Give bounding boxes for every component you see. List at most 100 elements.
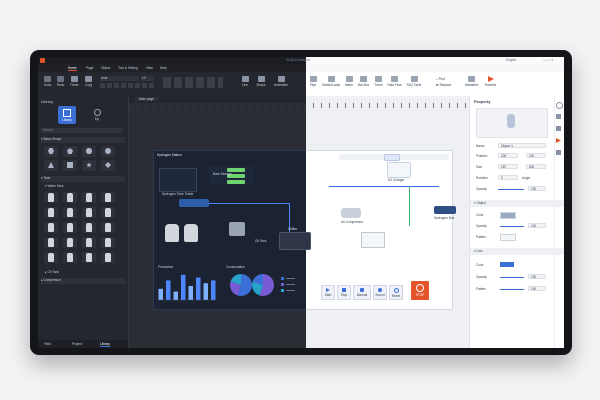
rotation-field[interactable]: 0 bbox=[498, 175, 518, 180]
menu-help[interactable]: Help bbox=[160, 66, 167, 70]
undo-button[interactable]: Undo bbox=[42, 76, 53, 87]
line-opacity-field[interactable]: 100 bbox=[528, 274, 546, 279]
library-card[interactable]: Library bbox=[58, 106, 76, 124]
menu-view[interactable]: View bbox=[146, 66, 153, 70]
tank-item[interactable] bbox=[44, 252, 58, 263]
shape-octagon[interactable] bbox=[82, 146, 96, 157]
tank-item[interactable] bbox=[82, 252, 96, 263]
start-button[interactable]: Start bbox=[321, 285, 335, 300]
my-library-card[interactable]: My bbox=[88, 106, 106, 124]
tank-item[interactable] bbox=[63, 192, 77, 203]
shape-button[interactable]: Shape bbox=[254, 76, 268, 87]
group-compressor[interactable]: ▸ Compressor bbox=[41, 278, 125, 284]
replace-button[interactable]: ⇄ Replace bbox=[436, 83, 451, 87]
line-section-header[interactable] bbox=[470, 248, 564, 255]
tank-item[interactable] bbox=[82, 207, 96, 218]
tab-field[interactable]: Field bbox=[44, 342, 51, 346]
data-flow-button[interactable]: Data Flow bbox=[386, 76, 403, 87]
tank-item[interactable] bbox=[101, 192, 115, 203]
stop-control-button[interactable]: Stop bbox=[337, 285, 351, 300]
validation-button[interactable]: Validation bbox=[463, 76, 480, 87]
tank-item[interactable] bbox=[44, 222, 58, 233]
layers-icon[interactable] bbox=[556, 114, 561, 119]
language-select[interactable]: English bbox=[506, 58, 516, 62]
paste-button[interactable]: Paste bbox=[69, 76, 80, 87]
emergency-stop-button[interactable]: STOP bbox=[411, 281, 429, 300]
library-search-input[interactable]: Search bbox=[41, 128, 123, 133]
width-field[interactable]: 187 bbox=[498, 164, 518, 169]
sound-button[interactable]: Sound bbox=[373, 285, 387, 300]
menu-tool-setting[interactable]: Tool & Setting bbox=[118, 66, 138, 70]
tank-item[interactable] bbox=[101, 252, 115, 263]
format-buttons[interactable] bbox=[100, 83, 155, 88]
shape-hexagon[interactable] bbox=[44, 146, 58, 157]
settings-icon[interactable] bbox=[556, 102, 563, 109]
shape-diamond[interactable] bbox=[101, 160, 115, 171]
menu-page[interactable]: Page bbox=[86, 66, 93, 70]
position-x-field[interactable]: 200 bbox=[498, 153, 518, 158]
tank-item[interactable] bbox=[44, 192, 58, 203]
position-y-field[interactable]: 120 bbox=[526, 153, 546, 158]
line-pattern-field[interactable]: 100 bbox=[528, 286, 546, 291]
tank-item[interactable] bbox=[101, 222, 115, 233]
font-family-select[interactable]: Arial bbox=[100, 76, 139, 81]
line-color-swatch[interactable] bbox=[500, 262, 514, 267]
design-canvas[interactable]: Main page Hydrogen Station Hydrogen Tube… bbox=[129, 96, 469, 348]
tab-main-page[interactable]: Main page bbox=[135, 97, 158, 101]
menu-home[interactable]: Home bbox=[68, 66, 77, 71]
group-tank[interactable]: ▾ Tank bbox=[41, 176, 125, 182]
group-basic-shape[interactable]: ▾ Basic Shape bbox=[41, 137, 125, 143]
font-size-select[interactable]: 10 bbox=[141, 76, 154, 81]
switch-lamp-button[interactable]: Switch/Lamp bbox=[320, 76, 342, 87]
tank-item[interactable] bbox=[101, 237, 115, 248]
tank-item[interactable] bbox=[63, 222, 77, 233]
manual-button[interactable]: Manual bbox=[353, 285, 371, 300]
faq-table-button[interactable]: FAQ Table bbox=[405, 76, 423, 87]
tank-item[interactable] bbox=[82, 192, 96, 203]
shape-star[interactable] bbox=[82, 160, 96, 171]
tank-item[interactable] bbox=[82, 237, 96, 248]
pattern-swatch[interactable] bbox=[500, 234, 516, 241]
group-oil-tank[interactable]: ▸ Oil Tank bbox=[45, 270, 59, 274]
tank-item[interactable] bbox=[63, 252, 77, 263]
line-opacity-slider[interactable] bbox=[500, 277, 524, 278]
shape-pentagon[interactable] bbox=[63, 146, 77, 157]
runtime-button[interactable]: Runtime bbox=[482, 76, 499, 87]
shape-triangle[interactable] bbox=[44, 160, 58, 171]
tank-item[interactable] bbox=[44, 237, 58, 248]
copy-button[interactable]: Copy bbox=[83, 76, 94, 87]
tank-item[interactable] bbox=[44, 207, 58, 218]
group-water-tank[interactable]: ▾ Water Tank bbox=[45, 184, 63, 188]
tank-item[interactable] bbox=[82, 222, 96, 233]
script-icon[interactable] bbox=[556, 150, 561, 155]
line-pattern-slider[interactable] bbox=[500, 289, 524, 290]
find-button[interactable]: ⌕ Find bbox=[436, 77, 445, 81]
window-controls[interactable]: — ▢ ✕ bbox=[543, 58, 554, 62]
tank-item[interactable] bbox=[63, 237, 77, 248]
color-swatch[interactable] bbox=[500, 212, 516, 219]
tab-project[interactable]: Project bbox=[72, 342, 82, 346]
menu-object[interactable]: Object bbox=[101, 66, 110, 70]
tank-item[interactable] bbox=[63, 207, 77, 218]
style-buttons[interactable] bbox=[163, 77, 223, 88]
height-field[interactable]: 600 bbox=[526, 164, 546, 169]
pipe-button[interactable]: Pipe bbox=[308, 76, 318, 87]
obj-opacity-slider[interactable] bbox=[500, 226, 524, 227]
data-icon[interactable] bbox=[556, 126, 561, 131]
bar-box-button[interactable]: Bar Box bbox=[356, 76, 371, 87]
opacity-field[interactable]: 100 bbox=[528, 186, 546, 191]
alarm-button[interactable]: Alarm bbox=[343, 76, 355, 87]
tab-library[interactable]: Library bbox=[100, 342, 110, 347]
obj-opacity-field[interactable]: 100 bbox=[528, 223, 546, 228]
opacity-slider[interactable] bbox=[498, 189, 524, 190]
pipe-line bbox=[409, 186, 410, 226]
name-field[interactable]: Object 1 bbox=[498, 143, 546, 148]
shape-circle[interactable] bbox=[101, 146, 115, 157]
shape-square[interactable] bbox=[63, 160, 77, 171]
reset-button[interactable]: Reset bbox=[389, 285, 403, 300]
animation-button[interactable]: Animation bbox=[271, 76, 291, 87]
line-button[interactable]: Line bbox=[238, 76, 252, 87]
redo-button[interactable]: Redo bbox=[55, 76, 66, 87]
tank-item[interactable] bbox=[101, 207, 115, 218]
trend-button[interactable]: Trend bbox=[373, 76, 384, 87]
